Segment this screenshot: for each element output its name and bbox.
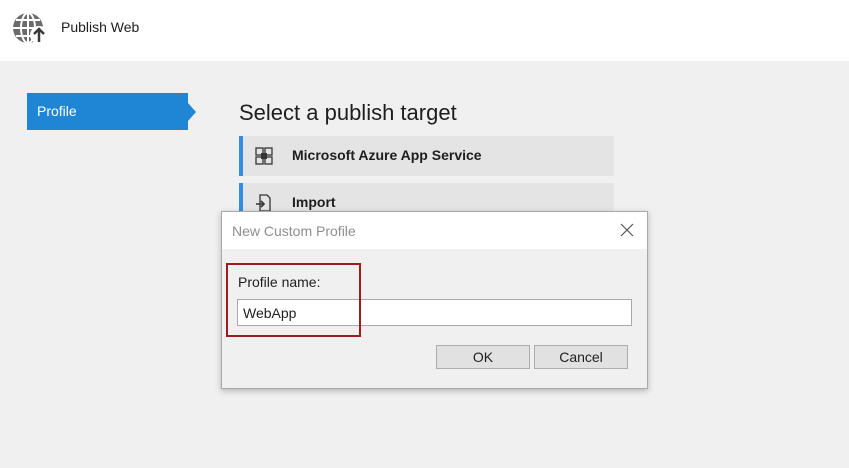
target-azure-app-service[interactable]: Microsoft Azure App Service (239, 136, 614, 176)
cancel-button[interactable]: Cancel (534, 345, 628, 369)
nav-item-label: Profile (37, 103, 77, 119)
profile-name-label: Profile name: (238, 274, 321, 290)
target-label: Microsoft Azure App Service (292, 147, 482, 163)
new-custom-profile-dialog: New Custom Profile Profile name: OK Canc… (221, 211, 648, 389)
nav-selected-arrow (188, 103, 196, 121)
window-title: Publish Web (61, 19, 140, 35)
azure-app-service-icon (255, 147, 273, 165)
page-title: Select a publish target (239, 100, 457, 125)
import-icon (256, 194, 271, 212)
dialog-title: New Custom Profile (232, 223, 356, 239)
window-header: Publish Web (0, 0, 849, 61)
profile-name-input[interactable] (237, 299, 632, 326)
globe-publish-icon (13, 12, 48, 44)
ok-button[interactable]: OK (436, 345, 530, 369)
dialog-titlebar: New Custom Profile (222, 212, 647, 249)
close-icon[interactable] (619, 222, 635, 238)
target-label: Import (292, 194, 336, 210)
nav-item-profile[interactable]: Profile (27, 93, 188, 130)
